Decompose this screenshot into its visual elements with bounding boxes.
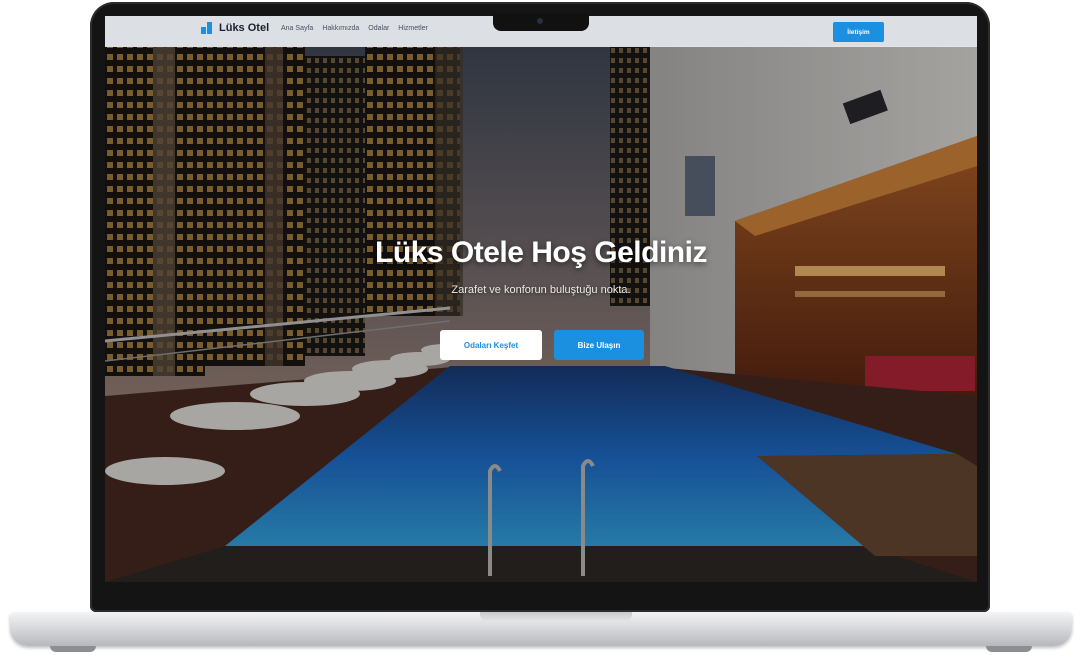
nav-link-services[interactable]: Hizmetler [398, 25, 428, 32]
hero-title: Lüks Otele Hoş Geldiniz [375, 236, 707, 269]
hero-section: Lüks Otele Hoş Geldiniz Zarafet ve konfo… [105, 236, 977, 296]
nav-link-rooms[interactable]: Odalar [368, 25, 389, 32]
webcam-icon [537, 18, 543, 24]
laptop-base [10, 612, 1072, 646]
contact-us-button[interactable]: Bize Ulaşın [554, 330, 644, 360]
image-dark-overlay [105, 16, 977, 582]
nav-links: Ana Sayfa Hakkımızda Odalar Hizmetler [281, 25, 428, 32]
nav-link-about[interactable]: Hakkımızda [322, 25, 359, 32]
lid-opening-notch [480, 612, 632, 622]
website-screen: Lüks Otel Ana Sayfa Hakkımızda Odalar Hi… [105, 16, 977, 582]
hero-subtitle: Zarafet ve konforun buluştuğu nokta. [451, 284, 631, 296]
laptop-foot-left [50, 646, 96, 652]
hotel-logo-icon [201, 22, 213, 34]
hero-buttons: Odaları Keşfet Bize Ulaşın [440, 330, 644, 360]
explore-rooms-button[interactable]: Odaları Keşfet [440, 330, 542, 360]
laptop-foot-right [986, 646, 1032, 652]
brand-name: Lüks Otel [219, 22, 270, 34]
nav-link-home[interactable]: Ana Sayfa [281, 25, 313, 32]
brand-logo[interactable]: Lüks Otel [201, 22, 269, 34]
contact-button[interactable]: İletişim [833, 22, 884, 42]
camera-notch [493, 14, 589, 31]
